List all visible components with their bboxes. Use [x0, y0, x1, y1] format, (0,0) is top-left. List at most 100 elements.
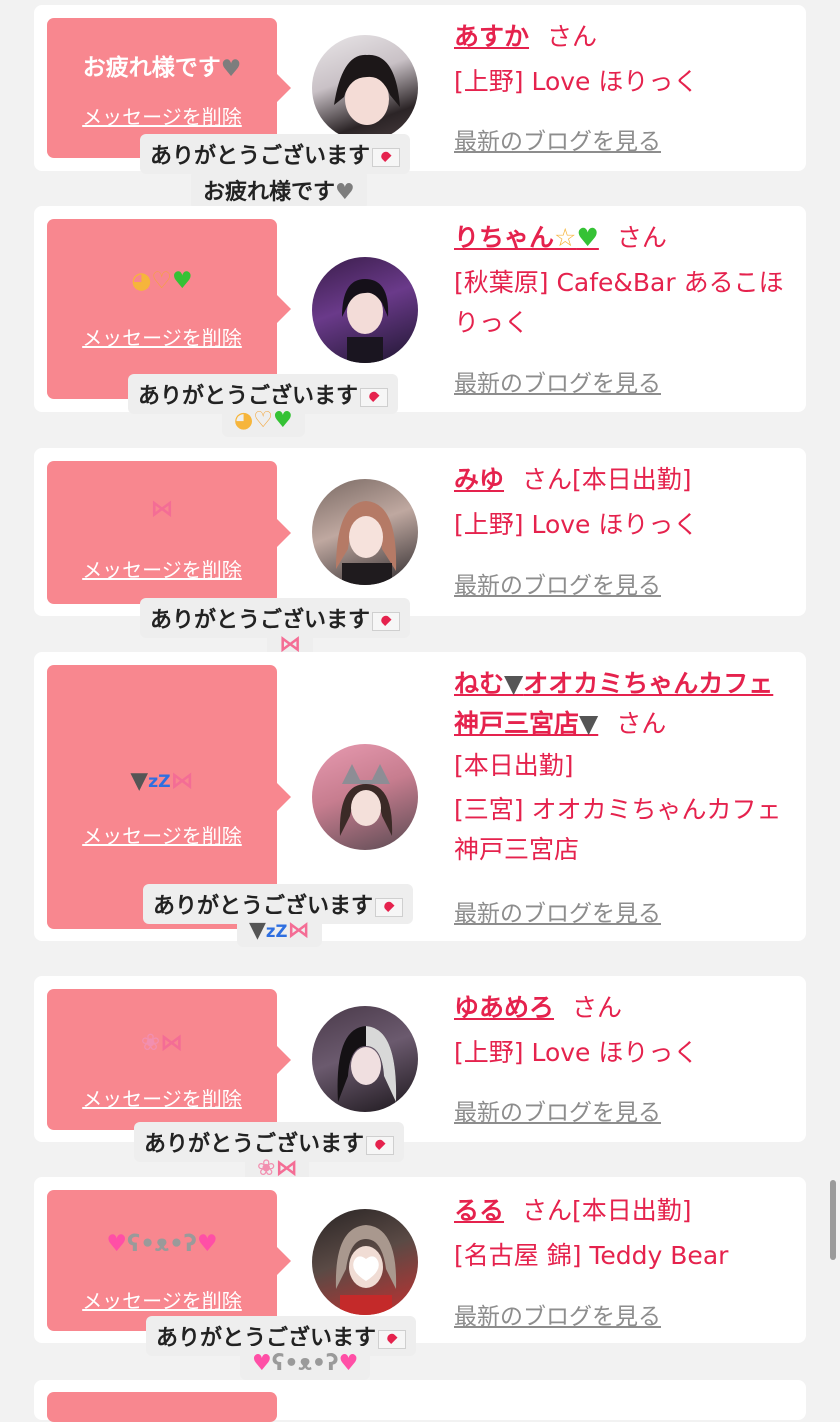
pink-heart-icon: ♥ [196, 1230, 218, 1257]
avatar[interactable] [312, 257, 418, 363]
ribbon-icon: ⋈ [287, 918, 310, 943]
rabbit-icon: ʕ•ᴥ•ʔ [127, 1231, 197, 1257]
shop-name: [上野] Love ほりっく [454, 67, 699, 96]
cast-info: あすか さん [上野] Love ほりっく [454, 17, 794, 102]
reply-bubble: ありがとうございます [140, 134, 411, 174]
message-text: お疲れ様です♥ [82, 55, 242, 82]
honorific: さん [522, 1196, 573, 1225]
ribbon-icon: ⋈ [170, 767, 194, 794]
reply-bubble-line2: ▼zZ⋈ [237, 914, 322, 947]
avatar-photo-icon [339, 764, 393, 836]
message-bubble: ⋈ メッセージを削除 [47, 461, 291, 604]
shop-name: [秋葉原] Cafe&Bar あるこほりっく [454, 268, 784, 337]
avatar-photo-icon [334, 54, 400, 125]
cast-info: ゆあめろ さん [上野] Love ほりっく [454, 988, 794, 1073]
delete-message-link[interactable]: メッセージを削除 [47, 1285, 277, 1314]
avatar[interactable] [312, 479, 418, 585]
message-card: ❀⋈ メッセージを削除 ゆあめろ さん [上野] Love ほりっく 最新のブログ… [34, 976, 806, 1142]
rabbit-icon: ʕ•ᴥ•ʔ [271, 1351, 339, 1376]
heart-hands-icon: ♡ [253, 408, 273, 433]
work-status: [本日出勤] [572, 1196, 692, 1225]
latest-blog-link[interactable]: 最新のブログを見る [454, 1093, 661, 1127]
love-letter-icon [375, 897, 404, 917]
love-letter-icon [378, 1329, 407, 1349]
cast-info: りちゃん☆♥ さん [秋葉原] Cafe&Bar あるこほりっく [454, 218, 794, 343]
delete-message-link[interactable]: メッセージを削除 [47, 1083, 277, 1112]
delete-message-link[interactable]: メッセージを削除 [47, 322, 277, 351]
cast-info: るる さん[本日出勤] [名古屋 錦] Teddy Bear [454, 1191, 794, 1276]
love-letter-icon [372, 147, 401, 167]
message-bubble-partial [47, 1392, 277, 1422]
message-card-partial [34, 1380, 806, 1422]
message-card: ⋈ メッセージを削除 みゆ さん[本日出勤] [上野] Love ほりっく 最新の… [34, 448, 806, 616]
avatar-photo-icon [342, 279, 389, 363]
shop-name: [上野] Love ほりっく [454, 1038, 699, 1067]
latest-blog-link[interactable]: 最新のブログを見る [454, 122, 661, 156]
message-text: ▼zZ⋈ [47, 767, 277, 794]
zzz-icon: zZ [265, 922, 288, 941]
avatar[interactable] [312, 1209, 418, 1315]
love-letter-icon [360, 387, 389, 407]
delete-message-link[interactable]: メッセージを削除 [47, 820, 277, 849]
cast-name-link[interactable]: あすか [454, 22, 529, 51]
cast-info: ねむ▼オオカミちゃんカフェ神戸三宮店▼ さん [本日出勤] [三宮] オオカミちゃ… [454, 664, 794, 870]
pink-heart-icon: ♥ [338, 1351, 359, 1376]
latest-blog-link[interactable]: 最新のブログを見る [454, 1297, 661, 1331]
pink-heart-icon: ♥ [106, 1230, 128, 1257]
green-heart-icon: ♥ [172, 267, 193, 294]
cast-name-link[interactable]: ゆあめろ [454, 993, 554, 1022]
ribbon-icon: ⋈ [160, 1029, 184, 1056]
avatar[interactable] [312, 1006, 418, 1112]
wolf-icon: ▼ [504, 669, 524, 698]
shop-name: [名古屋 錦] Teddy Bear [454, 1241, 729, 1270]
cast-name-link[interactable]: みゆ [454, 465, 504, 494]
cast-name-link[interactable]: るる [454, 1196, 504, 1225]
message-bubble: ♥ʕ•ᴥ•ʔ♥ メッセージを削除 [47, 1190, 291, 1331]
reply-bubble-line2: お疲れ様です♥ [191, 170, 367, 210]
avatar-photo-icon [336, 501, 397, 585]
reply-bubble-line2: ♥ʕ•ᴥ•ʔ♥ [240, 1346, 371, 1380]
message-text: ◕♡♥ [47, 267, 277, 294]
avatar-photo-icon [335, 1225, 397, 1315]
message-bubble: ❀⋈ メッセージを削除 [47, 989, 291, 1130]
ribbon-icon: ⋈ [150, 495, 174, 522]
gray-heart-icon: ♥ [220, 55, 242, 82]
wolf-icon: ▼ [130, 767, 149, 794]
latest-blog-link[interactable]: 最新のブログを見る [454, 364, 661, 398]
scrollbar[interactable] [830, 1180, 836, 1260]
cast-info: みゆ さん[本日出勤] [上野] Love ほりっく [454, 460, 794, 545]
heart-hands-icon: ♡ [151, 267, 173, 294]
message-text: ❀⋈ [47, 1029, 277, 1056]
latest-blog-link[interactable]: 最新のブログを見る [454, 566, 661, 600]
avatar[interactable] [312, 35, 418, 141]
honorific: さん [547, 22, 598, 51]
latest-blog-link[interactable]: 最新のブログを見る [454, 894, 661, 928]
pleading-face-icon: ◕ [131, 267, 152, 294]
work-status: [本日出勤] [454, 751, 574, 780]
honorific: さん [616, 223, 667, 252]
starstruck-icon: ☆ [554, 223, 577, 252]
message-bubble: ◕♡♥ メッセージを削除 [47, 219, 291, 399]
pleading-face-icon: ◕ [234, 408, 254, 433]
avatar-photo-icon [337, 1026, 397, 1102]
brain-icon: ❀ [140, 1029, 161, 1056]
delete-message-link[interactable]: メッセージを削除 [47, 101, 277, 130]
love-letter-icon [372, 611, 401, 631]
honorific: さん [616, 709, 667, 738]
work-status: [本日出勤] [572, 465, 692, 494]
cast-name-link[interactable]: ねむ▼オオカミちゃんカフェ神戸三宮店▼ [454, 669, 773, 738]
wolf-icon: ▼ [249, 918, 266, 943]
gray-heart-icon: ♥ [335, 180, 355, 205]
reply-bubble-line2: ◕♡♥ [222, 404, 305, 437]
love-letter-icon [366, 1135, 395, 1155]
cast-name-link[interactable]: りちゃん☆♥ [454, 223, 599, 252]
avatar[interactable] [312, 744, 418, 850]
honorific: さん [572, 993, 623, 1022]
zzz-icon: zZ [148, 772, 171, 792]
delete-message-link[interactable]: メッセージを削除 [47, 554, 277, 583]
message-text: ♥ʕ•ᴥ•ʔ♥ [47, 1230, 277, 1258]
pink-heart-icon: ♥ [252, 1351, 272, 1376]
wolf-icon: ▼ [579, 709, 599, 738]
message-text: ⋈ [47, 495, 277, 522]
shop-name: [三宮] オオカミちゃんカフェ神戸三宮店 [454, 795, 782, 864]
